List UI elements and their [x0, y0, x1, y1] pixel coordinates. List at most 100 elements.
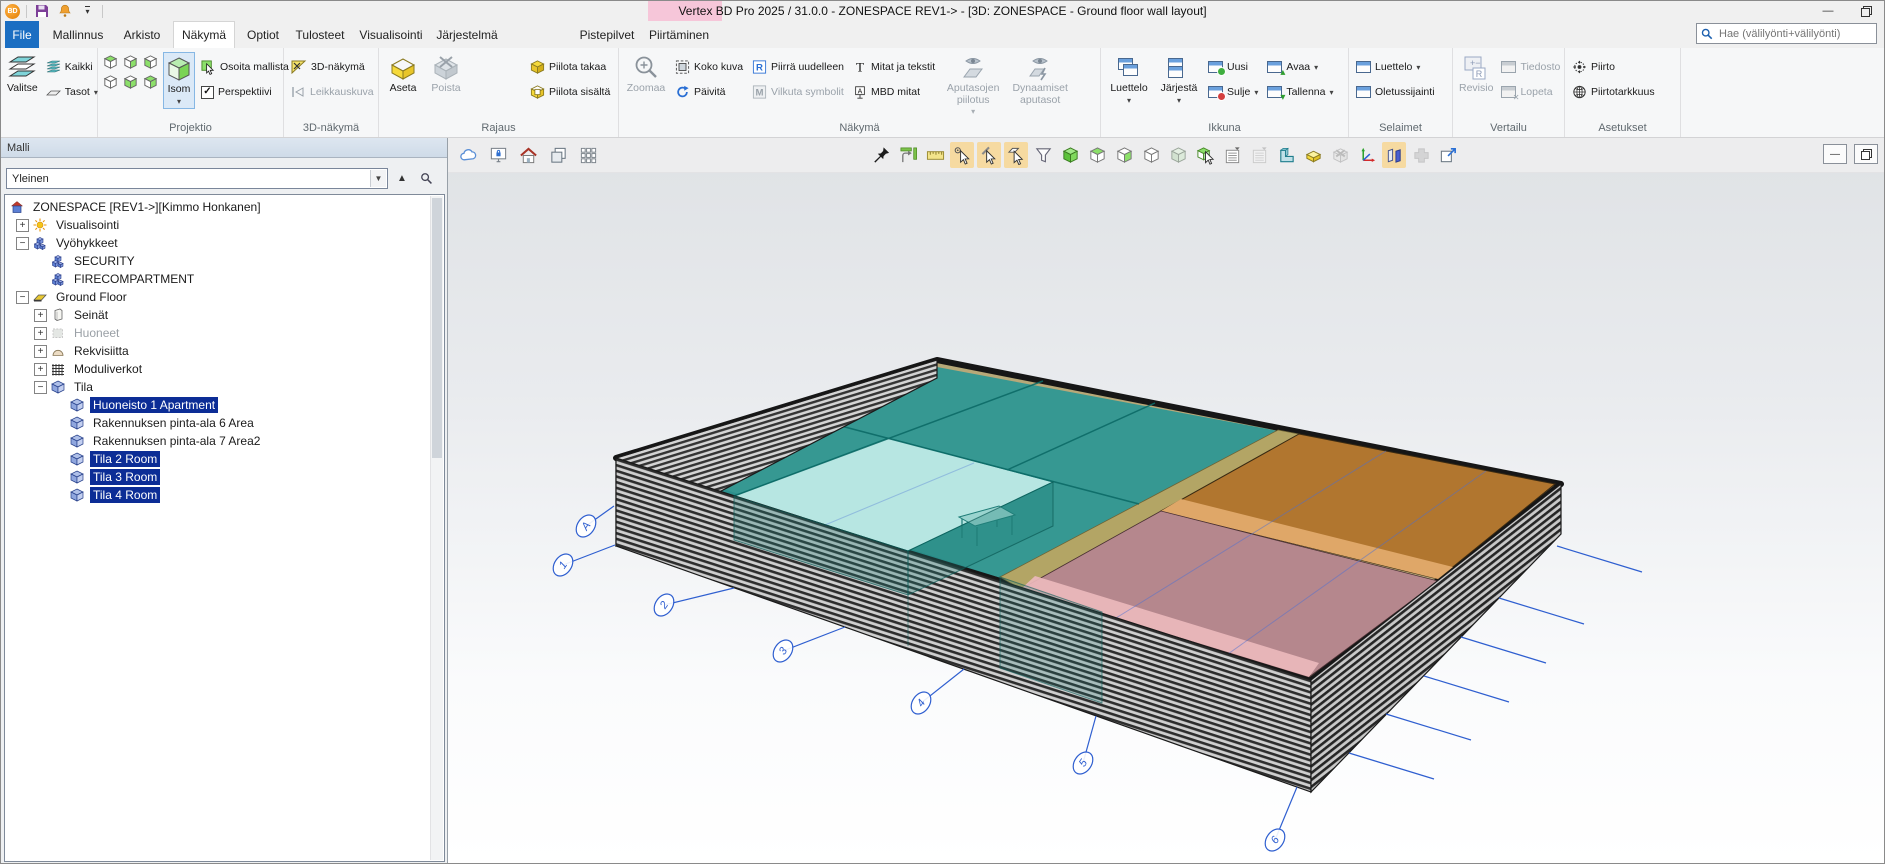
grid-bubble[interactable]: A	[572, 511, 600, 540]
jarjesta-button[interactable]: Järjestä ▾	[1156, 52, 1202, 107]
piilota-takaa-button[interactable]: Piilota takaa	[527, 56, 613, 78]
avaa-button[interactable]: Avaa▾	[1264, 56, 1336, 78]
filter-icon[interactable]	[1031, 142, 1055, 168]
tree-item[interactable]: ZONESPACE [REV1->][Kimmo Honkanen]	[5, 198, 444, 216]
snap-plane-icon[interactable]	[1004, 142, 1028, 168]
report-list-icon[interactable]	[1247, 142, 1271, 168]
cube-top-icon[interactable]	[1085, 142, 1109, 168]
cube-side-icon[interactable]	[1112, 142, 1136, 168]
plus-icon[interactable]	[1409, 142, 1433, 168]
3d-model-view[interactable]: A 1 2 3 4	[448, 173, 1885, 864]
tree-item[interactable]: + Rekvisiitta	[5, 342, 444, 360]
piirtotarkkuus-button[interactable]: Piirtotarkkuus	[1569, 81, 1658, 103]
checkbox-checked-icon[interactable]: ✓	[201, 86, 214, 99]
grid-bubble[interactable]: 4	[907, 688, 935, 717]
menu-tab-optiot[interactable]: Optiot	[241, 21, 285, 48]
grid-bubble[interactable]: 5	[1069, 748, 1097, 777]
menu-tab-visualisointi[interactable]: Visualisointi	[355, 21, 427, 48]
ruler-icon[interactable]	[923, 142, 947, 168]
tree-item[interactable]: + Visualisointi	[5, 216, 444, 234]
tree-filter-combo[interactable]: Yleinen ▼	[6, 168, 388, 189]
piirra-uudelleen-button[interactable]: R Piirrä uudelleen	[749, 56, 847, 78]
tree-item[interactable]: Tila 4 Room	[5, 486, 444, 504]
kaikki-button[interactable]: Kaikki	[43, 56, 101, 78]
grid-icon[interactable]	[576, 142, 600, 168]
lock-screen-icon[interactable]	[486, 142, 510, 168]
aseta-button[interactable]: Aseta	[383, 52, 423, 96]
tree-item[interactable]: + Moduliverkot	[5, 360, 444, 378]
poista-button[interactable]: Poista	[426, 52, 466, 96]
paivita-button[interactable]: Päivitä	[672, 81, 746, 103]
tree-item[interactable]: Tila 3 Room	[5, 468, 444, 486]
tree-item[interactable]: − Vyöhykkeet	[5, 234, 444, 252]
slab-icon[interactable]	[1301, 142, 1325, 168]
dynaamiset-aputasot-button[interactable]: Dynaamiset aputasot	[1008, 52, 1072, 107]
tree-item[interactable]: + Huoneet	[5, 324, 444, 342]
copy-icon[interactable]	[546, 142, 570, 168]
grid-bubble[interactable]: 6	[1261, 825, 1289, 854]
menu-tab-file[interactable]: File	[5, 21, 39, 48]
tree-expander[interactable]: −	[16, 237, 29, 250]
axes-icon[interactable]	[1355, 142, 1379, 168]
grid-bubble[interactable]: 1	[549, 550, 577, 579]
mdi-minimize-button[interactable]: —	[1823, 144, 1847, 164]
tree-expander[interactable]: +	[34, 327, 47, 340]
tree-item[interactable]: SECURITY	[5, 252, 444, 270]
tasot-button[interactable]: Tasot▾	[43, 81, 101, 103]
search-input[interactable]	[1717, 27, 1872, 41]
mitat-ja-tekstit-button[interactable]: T Mitat ja tekstit	[850, 56, 938, 78]
minimize-button[interactable]: —	[1816, 3, 1840, 19]
tree-item[interactable]: FIRECOMPARTMENT	[5, 270, 444, 288]
aputasojen-piilotus-button[interactable]: Aputasojen piilotus ▾	[941, 52, 1005, 119]
mdi-restore-button[interactable]	[1854, 144, 1878, 164]
menu-tab-piirtäminen[interactable]: Piirtäminen	[644, 21, 714, 48]
tallenna-button[interactable]: Tallenna▾	[1264, 81, 1336, 103]
scrollbar-thumb[interactable]	[432, 198, 442, 458]
perspektiivi-toggle[interactable]: ✓ Perspektiivi	[198, 81, 292, 103]
pin-icon[interactable]	[869, 142, 893, 168]
menu-tab-arkisto[interactable]: Arkisto	[117, 21, 167, 48]
tree-expander[interactable]: −	[16, 291, 29, 304]
leikkauskuva-button[interactable]: Leikkauskuva	[288, 81, 377, 103]
valitse-button[interactable]: Valitse	[5, 52, 40, 96]
menu-tab-järjestelmä[interactable]: Järjestelmä	[433, 21, 501, 48]
restore-button[interactable]	[1854, 3, 1878, 19]
tree-item[interactable]: Tila 2 Room	[5, 450, 444, 468]
tree-item[interactable]: + Seinät	[5, 306, 444, 324]
view-cube-icon[interactable]	[102, 74, 120, 92]
lopeta-button[interactable]: Lopeta	[1498, 81, 1563, 103]
tree-expander[interactable]	[34, 255, 47, 268]
measure-path-icon[interactable]	[896, 142, 920, 168]
tree-expander[interactable]: +	[34, 363, 47, 376]
report-icon[interactable]	[1220, 142, 1244, 168]
view-cube-icon[interactable]	[122, 74, 140, 92]
menu-tab-näkymä[interactable]: Näkymä	[173, 21, 235, 48]
snap-line-icon[interactable]	[977, 142, 1001, 168]
3d-nakyma-button[interactable]: 3D-näkymä	[288, 56, 377, 78]
tree-item[interactable]: − Tila	[5, 378, 444, 396]
osoita-mallista-button[interactable]: Osoita mallista	[198, 56, 292, 78]
3d-viewport[interactable]: —	[448, 138, 1884, 863]
grid-bubble[interactable]: 2	[650, 590, 678, 619]
tree-expander[interactable]	[34, 273, 47, 286]
menu-tab-tulosteet[interactable]: Tulosteet	[291, 21, 349, 48]
collapse-tree-button[interactable]: ▲	[392, 169, 412, 189]
piilota-sisalta-button[interactable]: Piilota sisältä	[527, 81, 613, 103]
tree-item[interactable]: Rakennuksen pinta-ala 7 Area2	[5, 432, 444, 450]
tree-search-button[interactable]	[416, 169, 436, 189]
home-icon[interactable]	[516, 142, 540, 168]
cube-solid-icon[interactable]	[1058, 142, 1082, 168]
zoomaa-button[interactable]: Zoomaa	[623, 52, 669, 96]
mbd-mitat-button[interactable]: A MBD mitat	[850, 81, 938, 103]
view-cube-icon[interactable]	[142, 74, 160, 92]
grid-bubble[interactable]: 3	[769, 636, 797, 665]
snap-point-icon[interactable]	[950, 142, 974, 168]
vilkuta-symbolit-button[interactable]: M Vilkuta symbolit	[749, 81, 847, 103]
cube-outline-icon[interactable]	[1139, 142, 1163, 168]
tree-item[interactable]: Rakennuksen pinta-ala 6 Area	[5, 414, 444, 432]
profile-icon[interactable]	[1274, 142, 1298, 168]
tree-expander[interactable]: +	[34, 309, 47, 322]
cloud-icon[interactable]	[456, 142, 480, 168]
view-cube-icon[interactable]	[102, 54, 120, 72]
tree-expander[interactable]: +	[16, 219, 29, 232]
